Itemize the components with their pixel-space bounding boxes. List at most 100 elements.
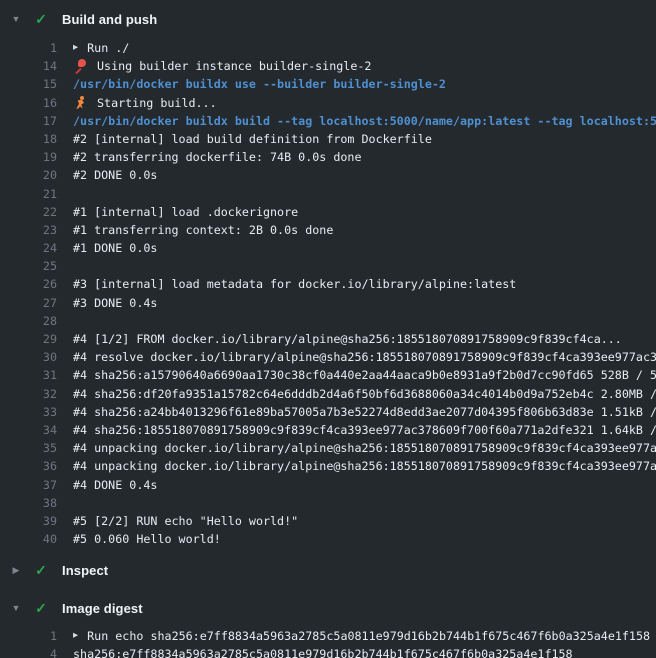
log-text: sha256:e7ff8834a5963a2785c5a0811e979d16b…: [73, 645, 656, 658]
log-line: 39 #5 [2/2] RUN echo "Hello world!": [0, 512, 656, 530]
line-number[interactable]: 39: [0, 512, 57, 530]
log-line: 1 ▶ Run echo sha256:e7ff8834a5963a2785c5a0…: [0, 627, 656, 645]
log-text-content: #4 [1/2] FROM docker.io/library/alpine@s…: [73, 330, 622, 348]
line-number[interactable]: 24: [0, 239, 57, 257]
log-text-content: /usr/bin/docker buildx use --builder bui…: [73, 75, 446, 93]
log-text-content: /usr/bin/docker buildx build --tag local…: [73, 112, 656, 130]
line-number[interactable]: 38: [0, 494, 57, 512]
line-number[interactable]: 16: [0, 94, 57, 112]
line-number[interactable]: 17: [0, 112, 57, 130]
log-line: 35 #4 unpacking docker.io/library/alpine@…: [0, 439, 656, 457]
log-line: 36 #4 unpacking docker.io/library/alpine@…: [0, 457, 656, 475]
log-line: 19 #2 transferring dockerfile: 74B 0.0s d…: [0, 148, 656, 166]
line-number[interactable]: 20: [0, 166, 57, 184]
chevron-down-icon[interactable]: ▼: [8, 14, 24, 24]
log-text: #1 [internal] load .dockerignore: [73, 203, 656, 221]
log-text-content: #5 0.060 Hello world!: [73, 530, 221, 548]
log-text: #1 transferring context: 2B 0.0s done: [73, 221, 656, 239]
line-number[interactable]: 29: [0, 330, 57, 348]
log-line: 31 #4 sha256:a15790640a6690aa1730c38cf0a4…: [0, 366, 656, 384]
log-line: 18 #2 [internal] load build definition fr…: [0, 130, 656, 148]
line-number[interactable]: 19: [0, 148, 57, 166]
log-text-content: Using builder instance builder-single-2: [97, 57, 371, 75]
log-text: #4 sha256:185518070891758909c9f839cf4ca3…: [73, 421, 656, 439]
log-line: 34 #4 sha256:185518070891758909c9f839cf4c…: [0, 421, 656, 439]
log-text-content: Run echo sha256:e7ff8834a5963a2785c5a081…: [87, 627, 650, 645]
line-number[interactable]: 31: [0, 366, 57, 384]
step-header-inspect[interactable]: ▶✓Inspect: [0, 554, 656, 586]
log-text-content: #4 sha256:a15790640a6690aa1730c38cf0a440…: [73, 366, 656, 384]
log-text-content: #4 sha256:185518070891758909c9f839cf4ca3…: [73, 421, 656, 439]
line-number[interactable]: 36: [0, 457, 57, 475]
line-number[interactable]: 15: [0, 75, 57, 93]
log-line: 4 sha256:e7ff8834a5963a2785c5a0811e979d16…: [0, 645, 656, 658]
log-text-content: sha256:e7ff8834a5963a2785c5a0811e979d16b…: [73, 645, 573, 658]
log-text-content: #2 transferring dockerfile: 74B 0.0s don…: [73, 148, 362, 166]
line-number[interactable]: 33: [0, 403, 57, 421]
line-number[interactable]: 1: [0, 627, 57, 645]
log-line: 20 #2 DONE 0.0s: [0, 166, 656, 184]
step-header-image-digest[interactable]: ▼✓Image digest: [0, 592, 656, 624]
line-number[interactable]: 34: [0, 421, 57, 439]
line-number[interactable]: 32: [0, 385, 57, 403]
chevron-right-icon[interactable]: ▶: [8, 565, 24, 576]
log-text-content: #2 DONE 0.0s: [73, 166, 157, 184]
log-text: #4 resolve docker.io/library/alpine@sha2…: [73, 348, 656, 366]
line-number[interactable]: 35: [0, 439, 57, 457]
log-text-content: Run ./: [87, 39, 129, 57]
runner-icon: [73, 96, 88, 110]
log-line: 38: [0, 494, 656, 512]
line-number[interactable]: 26: [0, 275, 57, 293]
log-text-content: #1 transferring context: 2B 0.0s done: [73, 221, 333, 239]
log-line: 25: [0, 257, 656, 275]
line-number[interactable]: 30: [0, 348, 57, 366]
log-line: 22 #1 [internal] load .dockerignore: [0, 203, 656, 221]
step-header-build-and-push[interactable]: ▼ ✓ Build and push: [0, 2, 656, 36]
log-text: #5 0.060 Hello world!: [73, 530, 656, 548]
log-body-build-and-push: 1 ▶ Run ./ 14 Using builder instance builder…: [0, 36, 656, 554]
log-text-content: #3 DONE 0.4s: [73, 294, 157, 312]
log-text: #4 sha256:a15790640a6690aa1730c38cf0a440…: [73, 366, 656, 384]
log-text: #4 sha256:df20fa9351a15782c64e6dddb2d4a6…: [73, 385, 656, 403]
log-text-content: #1 DONE 0.0s: [73, 239, 157, 257]
check-icon: ✓: [32, 11, 50, 28]
line-number[interactable]: 25: [0, 257, 57, 275]
log-line: 14 Using builder instance builder-single-…: [0, 57, 656, 75]
line-number[interactable]: 23: [0, 221, 57, 239]
log-body-image-digest: 1 ▶ Run echo sha256:e7ff8834a5963a2785c5a0…: [0, 624, 656, 658]
line-number[interactable]: 1: [0, 39, 57, 57]
line-number[interactable]: 27: [0, 294, 57, 312]
line-number[interactable]: 21: [0, 185, 57, 203]
log-text: #4 DONE 0.4s: [73, 476, 656, 494]
log-line: 28: [0, 312, 656, 330]
log-line: 26#3 [internal] load metadata for docker…: [0, 275, 656, 293]
group-toggle-icon[interactable]: ▶: [73, 627, 78, 645]
line-number[interactable]: 18: [0, 130, 57, 148]
pushpin-icon: [73, 59, 88, 73]
line-number[interactable]: 40: [0, 530, 57, 548]
section-build-and-push: ▼ ✓ Build and push 1 ▶ Run ./ 14 Using builder …: [0, 0, 656, 554]
log-line: 32 #4 sha256:df20fa9351a15782c64e6dddb2d4…: [0, 385, 656, 403]
log-text-content: #2 [internal] load build definition from…: [73, 130, 432, 148]
check-icon: ✓: [32, 562, 50, 579]
chevron-down-icon[interactable]: ▼: [8, 603, 24, 613]
log-line: 21: [0, 185, 656, 203]
log-text: [73, 312, 656, 330]
log-text-content: #4 unpacking docker.io/library/alpine@sh…: [73, 439, 656, 457]
log-line: 27 #3 DONE 0.4s: [0, 294, 656, 312]
log-text: #2 transferring dockerfile: 74B 0.0s don…: [73, 148, 656, 166]
line-number[interactable]: 37: [0, 476, 57, 494]
log-text-content: #4 sha256:df20fa9351a15782c64e6dddb2d4a6…: [73, 385, 656, 403]
log-line: 15/usr/bin/docker buildx use --builder b…: [0, 75, 656, 93]
log-text-content: #5 [2/2] RUN echo "Hello world!": [73, 512, 298, 530]
log-text: ▶ Run echo sha256:e7ff8834a5963a2785c5a08…: [73, 627, 656, 645]
log-text: #4 unpacking docker.io/library/alpine@sh…: [73, 457, 656, 475]
line-number[interactable]: 14: [0, 57, 57, 75]
line-number[interactable]: 4: [0, 645, 57, 658]
group-toggle-icon[interactable]: ▶: [73, 39, 78, 57]
log-text: #4 sha256:a24bb4013296f61e89ba57005a7b3e…: [73, 403, 656, 421]
log-line: 16Starting build...: [0, 94, 656, 112]
step-title: Build and push: [62, 12, 157, 27]
line-number[interactable]: 22: [0, 203, 57, 221]
line-number[interactable]: 28: [0, 312, 57, 330]
